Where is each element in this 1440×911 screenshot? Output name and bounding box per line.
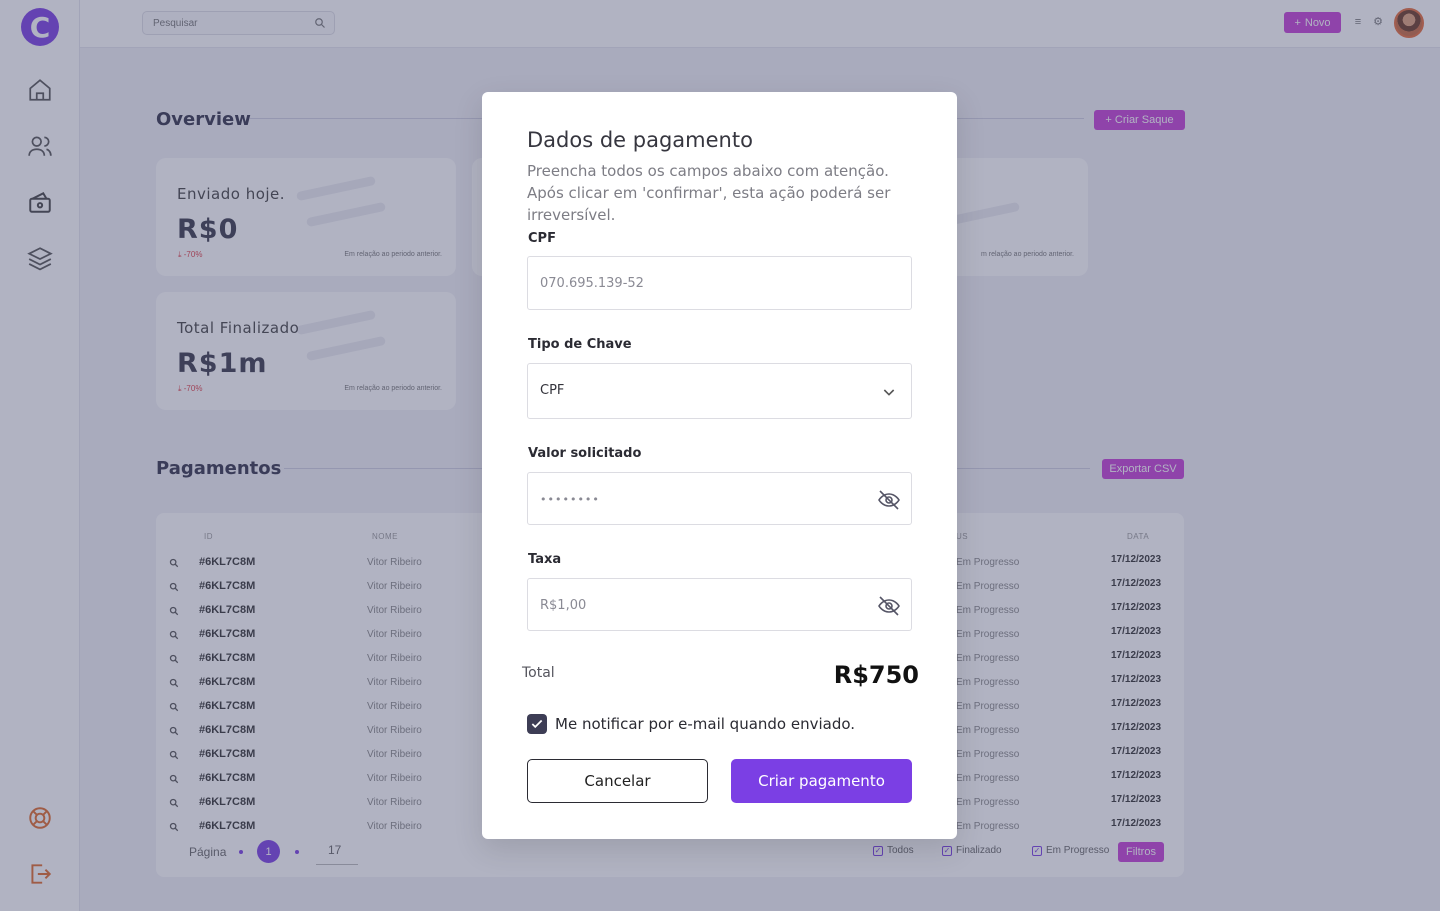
payment-modal: Dados de pagamento Preencha todos os cam… — [482, 92, 957, 839]
notify-label: Me notificar por e-mail quando enviado. — [555, 715, 856, 733]
amount-input[interactable] — [540, 473, 860, 525]
key-type-value: CPF — [540, 383, 565, 398]
modal-description: Preencha todos os campos abaixo com aten… — [527, 162, 891, 224]
check-icon — [531, 719, 543, 729]
cpf-label: CPF — [528, 231, 556, 246]
cpf-input[interactable] — [540, 257, 860, 309]
cpf-field[interactable] — [527, 256, 912, 310]
notify-checkbox[interactable] — [527, 714, 547, 734]
amount-label: Valor solicitado — [528, 446, 642, 461]
amount-field[interactable] — [527, 472, 912, 525]
cancel-button[interactable]: Cancelar — [527, 759, 708, 803]
fee-label: Taxa — [528, 552, 562, 567]
eye-off-icon[interactable] — [877, 488, 901, 512]
total-value: R$750 — [833, 661, 919, 689]
total-label: Total — [522, 665, 555, 681]
notify-checkbox-row[interactable]: Me notificar por e-mail quando enviado. — [527, 714, 855, 734]
modal-title: Dados de pagamento — [527, 128, 753, 152]
create-payment-button[interactable]: Criar pagamento — [731, 759, 912, 803]
fee-input[interactable] — [540, 579, 860, 631]
chevron-down-icon — [883, 389, 895, 396]
key-type-label: Tipo de Chave — [528, 337, 632, 352]
fee-field[interactable] — [527, 578, 912, 631]
key-type-select[interactable]: CPF — [527, 363, 912, 419]
eye-off-icon[interactable] — [877, 594, 901, 618]
